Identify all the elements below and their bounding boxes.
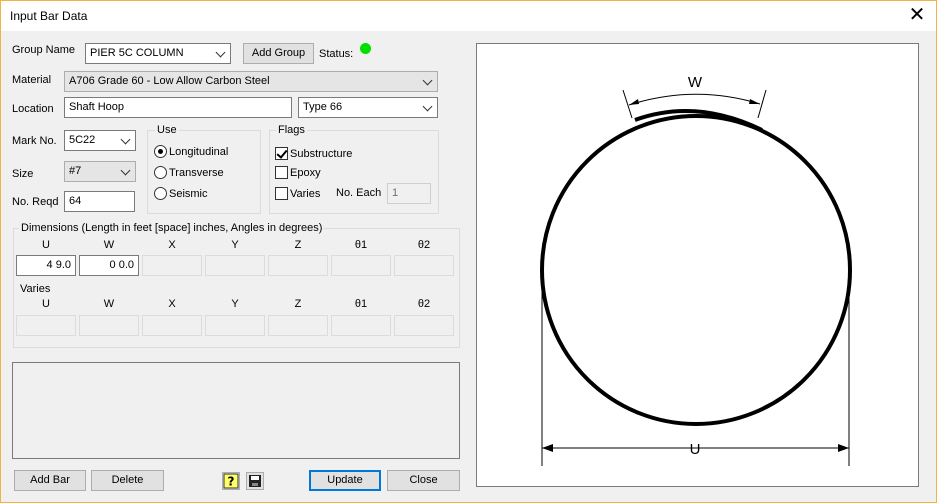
dim-u-input[interactable]: 4 9.0 xyxy=(16,255,76,276)
varies-z-input[interactable] xyxy=(268,315,328,336)
seismic-radio[interactable] xyxy=(154,187,167,200)
mark-no-value: 5C22 xyxy=(69,134,96,146)
dimensions-title: Dimensions (Length in feet [space] inche… xyxy=(19,222,325,234)
group-name-label: Group Name xyxy=(12,44,75,56)
longitudinal-radio[interactable] xyxy=(154,145,167,158)
delete-button[interactable]: Delete xyxy=(91,470,164,491)
shaft-hoop-diagram: W U xyxy=(540,74,852,466)
seismic-label: Seismic xyxy=(169,188,208,200)
varies-theta2-input[interactable] xyxy=(394,315,454,336)
varies-theta1-input[interactable] xyxy=(331,315,391,336)
varies-y-input[interactable] xyxy=(205,315,265,336)
varies-w-input[interactable] xyxy=(79,315,139,336)
epoxy-checkbox[interactable] xyxy=(275,166,288,179)
mark-no-label: Mark No. xyxy=(12,135,57,147)
varies-header-x: X xyxy=(168,298,176,310)
varies-header-theta1: θ1 xyxy=(354,298,368,310)
chevron-down-icon xyxy=(422,101,433,112)
u-arrow-left xyxy=(542,444,553,452)
flags-group-title: Flags xyxy=(276,124,307,136)
substructure-checkbox[interactable] xyxy=(275,147,288,160)
dim-y-input[interactable] xyxy=(205,255,265,276)
varies-header-y: Y xyxy=(231,298,239,310)
input-bar-data-window: Input Bar Data ✕ Group Name PIER 5C COLU… xyxy=(0,0,937,503)
bar-shape-preview: W U xyxy=(476,43,919,487)
use-group-title: Use xyxy=(155,124,179,136)
dim-header-theta1: θ1 xyxy=(354,239,368,251)
varies-checkbox[interactable] xyxy=(275,187,288,200)
dim-theta1-input[interactable] xyxy=(331,255,391,276)
dim-header-y: Y xyxy=(231,239,239,251)
no-each-label: No. Each xyxy=(336,187,382,199)
varies-x-input[interactable] xyxy=(142,315,202,336)
substructure-label: Substructure xyxy=(290,148,353,160)
no-reqd-input[interactable]: 64 xyxy=(64,191,135,212)
varies-header-z: Z xyxy=(294,298,302,310)
u-arrow-right xyxy=(838,444,849,452)
material-value: A706 Grade 60 - Low Allow Carbon Steel xyxy=(69,75,270,87)
save-button[interactable] xyxy=(246,472,264,490)
size-value: #7 xyxy=(69,165,82,177)
material-label: Material xyxy=(12,74,52,86)
mark-no-select[interactable]: 5C22 xyxy=(64,130,136,151)
update-button[interactable]: Update xyxy=(309,470,381,491)
status-label: Status: xyxy=(319,48,354,60)
location-input[interactable]: Shaft Hoop xyxy=(64,97,292,118)
chevron-down-icon xyxy=(215,47,226,58)
add-group-button[interactable]: Add Group xyxy=(243,43,314,64)
w-arrow-right xyxy=(749,99,760,104)
transverse-radio[interactable] xyxy=(154,166,167,179)
transverse-label: Transverse xyxy=(169,167,224,179)
dim-w-input[interactable]: 0 0.0 xyxy=(79,255,139,276)
dim-header-theta2: θ2 xyxy=(417,239,431,251)
varies-label: Varies xyxy=(290,188,321,200)
location-type-value: Type 66 xyxy=(303,101,343,113)
dim-header-x: X xyxy=(168,239,176,251)
dim-theta2-input[interactable] xyxy=(394,255,454,276)
status-indicator-icon xyxy=(360,43,371,54)
chevron-down-icon xyxy=(422,75,433,86)
size-select[interactable]: #7 xyxy=(64,161,136,182)
close-button[interactable]: Close xyxy=(387,470,460,491)
location-type-select[interactable]: Type 66 xyxy=(298,97,438,118)
u-label: U xyxy=(690,441,701,458)
add-bar-button[interactable]: Add Bar xyxy=(14,470,86,491)
chevron-down-icon xyxy=(120,134,131,145)
window-title: Input Bar Data xyxy=(10,9,88,23)
hoop-circle xyxy=(540,114,852,426)
help-icon: ? xyxy=(223,473,239,489)
varies-header-w: W xyxy=(103,298,115,310)
dim-z-input[interactable] xyxy=(268,255,328,276)
chevron-down-icon xyxy=(120,165,131,176)
group-name-select[interactable]: PIER 5C COLUMN xyxy=(85,43,231,64)
svg-text:?: ? xyxy=(228,475,235,489)
title-bar: Input Bar Data ✕ xyxy=(1,1,936,31)
w-label: W xyxy=(688,74,703,91)
material-select[interactable]: A706 Grade 60 - Low Allow Carbon Steel xyxy=(64,71,438,92)
epoxy-label: Epoxy xyxy=(290,167,321,179)
save-icon xyxy=(249,475,261,487)
no-reqd-label: No. Reqd xyxy=(12,196,59,208)
w-arrow-left xyxy=(629,99,639,105)
notes-panel[interactable] xyxy=(12,362,460,459)
longitudinal-label: Longitudinal xyxy=(169,146,229,158)
dim-header-w: W xyxy=(103,239,115,251)
dim-header-z: Z xyxy=(294,239,302,251)
close-window-icon[interactable]: ✕ xyxy=(906,5,928,27)
location-label: Location xyxy=(12,103,54,115)
group-name-value: PIER 5C COLUMN xyxy=(90,47,184,59)
help-button[interactable]: ? xyxy=(222,472,240,490)
varies-header-theta2: θ2 xyxy=(417,298,431,310)
size-label: Size xyxy=(12,168,34,180)
dim-x-input[interactable] xyxy=(142,255,202,276)
varies-u-input[interactable] xyxy=(16,315,76,336)
no-each-input[interactable]: 1 xyxy=(387,183,431,204)
varies-header-u: U xyxy=(42,298,50,310)
w-dimension-line xyxy=(628,93,761,106)
varies-section-label: Varies xyxy=(20,283,51,295)
dim-header-u: U xyxy=(42,239,50,251)
